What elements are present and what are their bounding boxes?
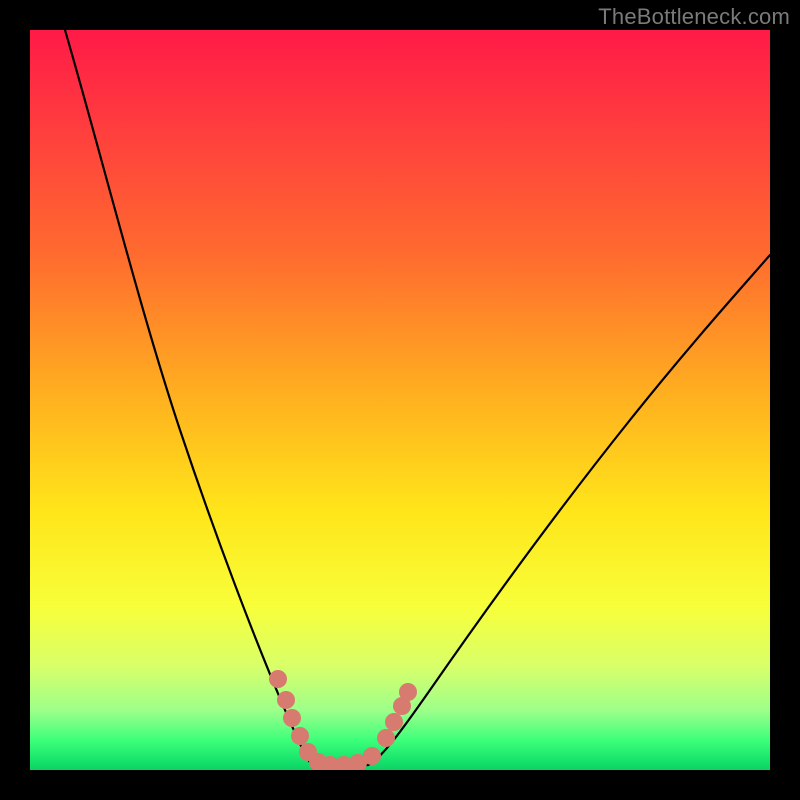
chart-frame: TheBottleneck.com — [0, 0, 800, 800]
curve-left-branch — [65, 30, 312, 765]
curve-markers — [269, 670, 417, 770]
watermark-text: TheBottleneck.com — [598, 4, 790, 30]
curve-right-branch — [368, 255, 770, 765]
bottleneck-curve — [30, 30, 770, 770]
plot-area — [30, 30, 770, 770]
